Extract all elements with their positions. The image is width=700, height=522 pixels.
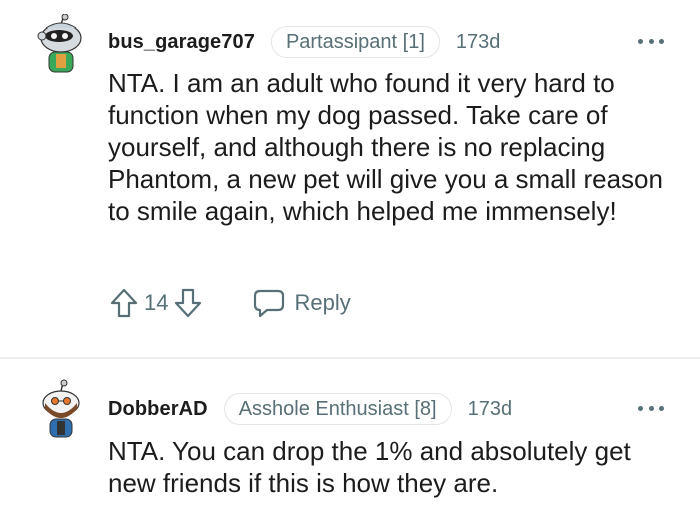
avatar[interactable] <box>36 379 86 439</box>
reply-icon <box>254 289 285 318</box>
username[interactable]: DobberAD <box>108 398 208 421</box>
comment-age[interactable]: 173d <box>456 31 501 54</box>
upvote-button[interactable] <box>108 287 140 319</box>
snoo-avatar-icon <box>37 13 82 73</box>
comment-actions: 14 Reply <box>108 286 351 320</box>
comment-header: DobberAD Asshole Enthusiast [8] 173d <box>108 392 512 426</box>
more-options-icon <box>638 405 643 411</box>
snoo-avatar-icon <box>42 379 80 438</box>
downvote-button[interactable] <box>172 287 204 319</box>
comment-body: NTA. I am an adult who found it very har… <box>108 68 663 226</box>
user-flair: Asshole Enthusiast [8] <box>223 393 452 425</box>
more-options-button[interactable] <box>638 36 664 46</box>
reply-label: Reply <box>294 290 351 315</box>
downvote-icon <box>175 288 202 318</box>
comment-1: bus_garage707 Partassipant [1] 173d NTA.… <box>0 0 700 357</box>
comment-2: DobberAD Asshole Enthusiast [8] 173d NTA… <box>0 359 700 522</box>
username[interactable]: bus_garage707 <box>108 31 255 54</box>
comment-body: NTA. You can drop the 1% and absolutely … <box>108 436 631 498</box>
avatar[interactable] <box>36 13 86 74</box>
upvote-icon <box>110 288 138 318</box>
vote-count: 14 <box>144 290 169 315</box>
comment-age[interactable]: 173d <box>468 398 513 421</box>
comment-header: bus_garage707 Partassipant [1] 173d <box>108 25 500 59</box>
more-options-button[interactable] <box>638 403 664 413</box>
reply-button[interactable]: Reply <box>252 288 351 318</box>
more-options-icon <box>638 38 643 44</box>
user-flair: Partassipant [1] <box>270 26 440 58</box>
